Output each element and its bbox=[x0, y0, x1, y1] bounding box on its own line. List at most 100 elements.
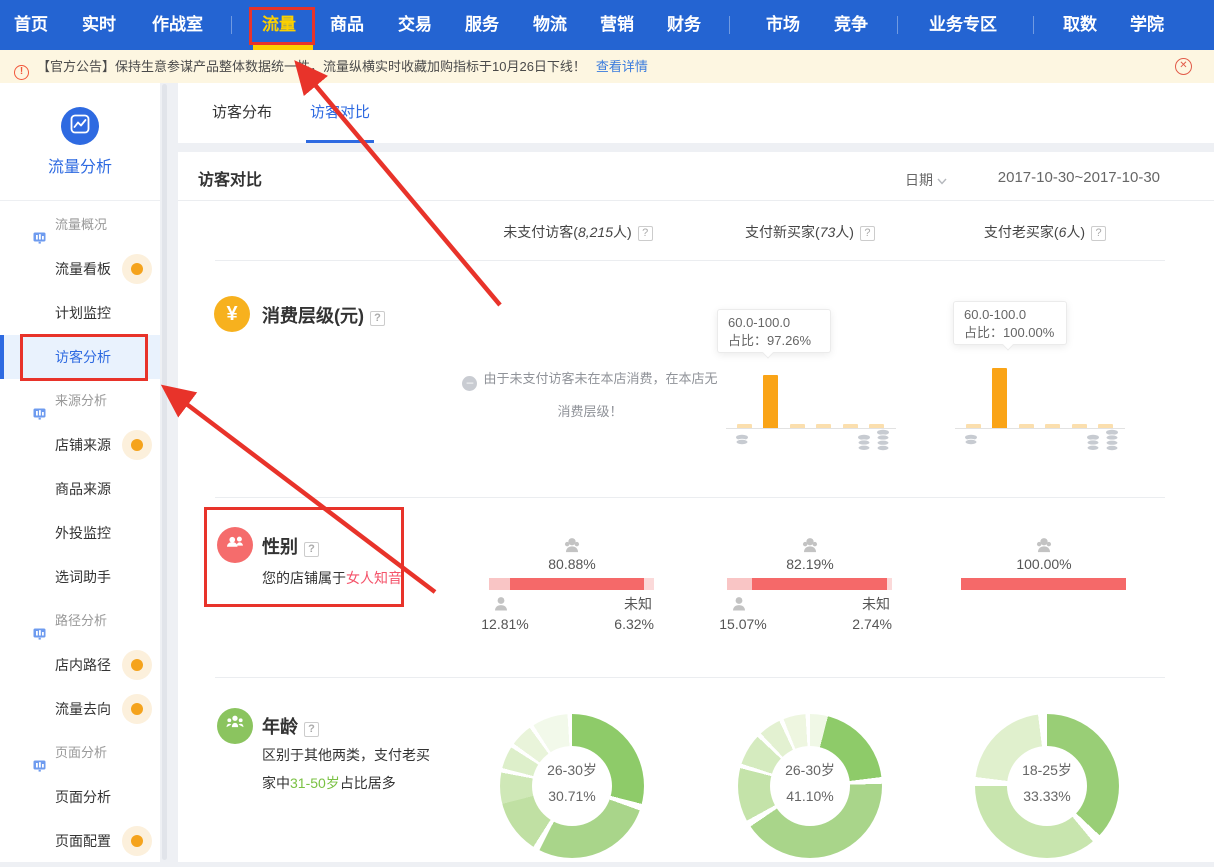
nav-divider bbox=[1033, 16, 1034, 34]
nav-item-market[interactable]: 市场 bbox=[766, 0, 800, 50]
sidebar-label: 外投监控 bbox=[55, 525, 111, 541]
sidebar-item-1[interactable]: 流量看板 bbox=[0, 247, 160, 291]
date-filter-label: 日期 bbox=[905, 172, 933, 188]
male-percentage: 15.07% bbox=[713, 616, 773, 632]
nav-item-product[interactable]: 商品 bbox=[330, 0, 364, 50]
nav-item-logistics[interactable]: 物流 bbox=[533, 0, 567, 50]
coin-axis-icons bbox=[726, 434, 896, 458]
nav-item-academy[interactable]: 学院 bbox=[1130, 0, 1164, 50]
section-title-consumption: 消费层级(元)? bbox=[262, 302, 385, 328]
nav-item-service[interactable]: 服务 bbox=[465, 0, 499, 50]
view-details-link[interactable]: 查看详情 bbox=[596, 59, 648, 74]
coin-stack-icon bbox=[1104, 429, 1120, 453]
sidebar-label: 页面分析 bbox=[55, 745, 107, 760]
sidebar-label: 路径分析 bbox=[55, 613, 107, 628]
section-title-text: 消费层级(元) bbox=[262, 306, 364, 326]
subtitle-text: 您的店铺属于 bbox=[262, 570, 346, 586]
age-bucket: 18-25岁 bbox=[1007, 760, 1087, 780]
age-donut-old-buyers: 18-25岁 33.33% bbox=[975, 714, 1119, 858]
nav-divider bbox=[897, 16, 898, 34]
help-icon[interactable]: ? bbox=[304, 542, 319, 557]
nav-item-trade[interactable]: 交易 bbox=[398, 0, 432, 50]
traffic-analysis-logo bbox=[61, 107, 99, 145]
sidebar-item-5[interactable]: 店铺来源 bbox=[0, 423, 160, 467]
nav-item-marketing[interactable]: 营销 bbox=[600, 0, 634, 50]
nav-item-data[interactable]: 取数 bbox=[1063, 0, 1097, 50]
divider bbox=[215, 677, 1165, 678]
tooltip-range: 60.0-100.0 bbox=[728, 314, 820, 332]
sidebar-item-11[interactable]: 流量去向 bbox=[0, 687, 160, 731]
nav-item-traffic[interactable]: 流量 bbox=[262, 0, 296, 50]
nav-item-compete[interactable]: 竞争 bbox=[834, 0, 868, 50]
nav-item-warroom[interactable]: 作战室 bbox=[152, 0, 203, 50]
sidebar-label: 流量看板 bbox=[55, 261, 111, 277]
subtitle-line1: 区别于其他两类，支付老买 bbox=[262, 741, 432, 769]
age-bucket: 26-30岁 bbox=[770, 760, 850, 780]
donut-center-label: 18-25岁 33.33% bbox=[1007, 746, 1087, 826]
announcement-text: 【官方公告】保持生意参谋产品整体数据统一性，流量纵横实时收藏加购指标于10月26… bbox=[37, 59, 586, 74]
active-nav-underline bbox=[253, 45, 313, 50]
age-family-icon bbox=[217, 708, 253, 744]
sidebar-item-7[interactable]: 外投监控 bbox=[0, 511, 160, 555]
date-range-value[interactable]: 2017-10-30~2017-10-30 bbox=[998, 169, 1160, 186]
gender-stacked-bar bbox=[489, 578, 654, 590]
line-chart-icon bbox=[70, 121, 90, 138]
notification-dot bbox=[122, 826, 152, 856]
notification-dot bbox=[122, 650, 152, 680]
note-line1: 由于未支付访客未在本店消费，在本店无 bbox=[483, 371, 717, 386]
sidebar-scrollbar[interactable] bbox=[162, 84, 167, 860]
close-icon[interactable]: ✕ bbox=[1175, 58, 1192, 75]
tab-visitor-distribution[interactable]: 访客分布 bbox=[212, 83, 272, 143]
sidebar-item-14[interactable]: 页面配置 bbox=[0, 819, 160, 863]
age-bucket: 26-30岁 bbox=[532, 760, 612, 780]
tab-visitor-compare[interactable]: 访客对比 bbox=[310, 83, 370, 143]
nav-divider bbox=[729, 16, 730, 34]
tooltip-range: 60.0-100.0 bbox=[964, 306, 1056, 324]
tooltip-share: 占比：97.26% bbox=[728, 332, 820, 350]
sidebar-item-10[interactable]: 店内路径 bbox=[0, 643, 160, 687]
gender-stacked-bar bbox=[727, 578, 892, 590]
notification-dot bbox=[122, 430, 152, 460]
coin-stack-icon bbox=[856, 434, 872, 452]
sidebar-label: 页面分析 bbox=[55, 789, 111, 805]
gender-chart-unpaid: 80.88% 12.81% 未知 6.32% bbox=[489, 578, 654, 590]
divider bbox=[215, 260, 1165, 261]
age-percentage: 30.71% bbox=[532, 788, 612, 804]
sidebar-item-6[interactable]: 商品来源 bbox=[0, 467, 160, 511]
gender-chart-new-buyers: 82.19% 15.07% 未知 2.74% bbox=[727, 578, 892, 590]
coin-axis-icons bbox=[955, 434, 1125, 458]
divider bbox=[178, 200, 1214, 201]
column-count: 8,215 bbox=[578, 224, 613, 240]
consumption-bar-chart-new-buyers bbox=[726, 352, 896, 429]
sidebar-label: 店铺来源 bbox=[55, 437, 111, 453]
sidebar-label: 选词助手 bbox=[55, 569, 111, 585]
sidebar-item-2[interactable]: 计划监控 bbox=[0, 291, 160, 335]
help-icon[interactable]: ? bbox=[370, 311, 385, 326]
notification-dot bbox=[122, 694, 152, 724]
column-label: 支付老买家( bbox=[984, 224, 1059, 240]
sidebar-section-12[interactable]: 页面分析 bbox=[0, 731, 160, 775]
sidebar-item-8[interactable]: 选词助手 bbox=[0, 555, 160, 599]
sidebar-label: 商品来源 bbox=[55, 481, 111, 497]
nav-item-realtime[interactable]: 实时 bbox=[82, 0, 116, 50]
coin-icon bbox=[963, 434, 979, 446]
sidebar-label: 计划监控 bbox=[55, 305, 111, 321]
sidebar-item-13[interactable]: 页面分析 bbox=[0, 775, 160, 819]
date-filter[interactable]: 日期 bbox=[905, 170, 947, 190]
help-icon[interactable]: ? bbox=[304, 722, 319, 737]
subtitle-text: 家中 bbox=[262, 775, 290, 791]
help-icon[interactable]: ? bbox=[638, 226, 653, 241]
male-percentage: 12.81% bbox=[475, 616, 535, 632]
chart-tooltip: 60.0-100.0 占比：100.00% bbox=[953, 301, 1067, 345]
sidebar-item-3[interactable]: 访客分析 bbox=[0, 335, 160, 379]
help-icon[interactable]: ? bbox=[1091, 226, 1106, 241]
sidebar-section-4[interactable]: 来源分析 bbox=[0, 379, 160, 423]
minus-circle-icon: – bbox=[462, 376, 477, 391]
nav-item-bizzone[interactable]: 业务专区 bbox=[929, 0, 997, 50]
nav-item-home[interactable]: 首页 bbox=[14, 0, 48, 50]
subtitle-highlight: 31-50岁 bbox=[290, 775, 340, 791]
sidebar-section-0[interactable]: 流量概况 bbox=[0, 203, 160, 247]
nav-item-finance[interactable]: 财务 bbox=[667, 0, 701, 50]
help-icon[interactable]: ? bbox=[860, 226, 875, 241]
sidebar-section-9[interactable]: 路径分析 bbox=[0, 599, 160, 643]
